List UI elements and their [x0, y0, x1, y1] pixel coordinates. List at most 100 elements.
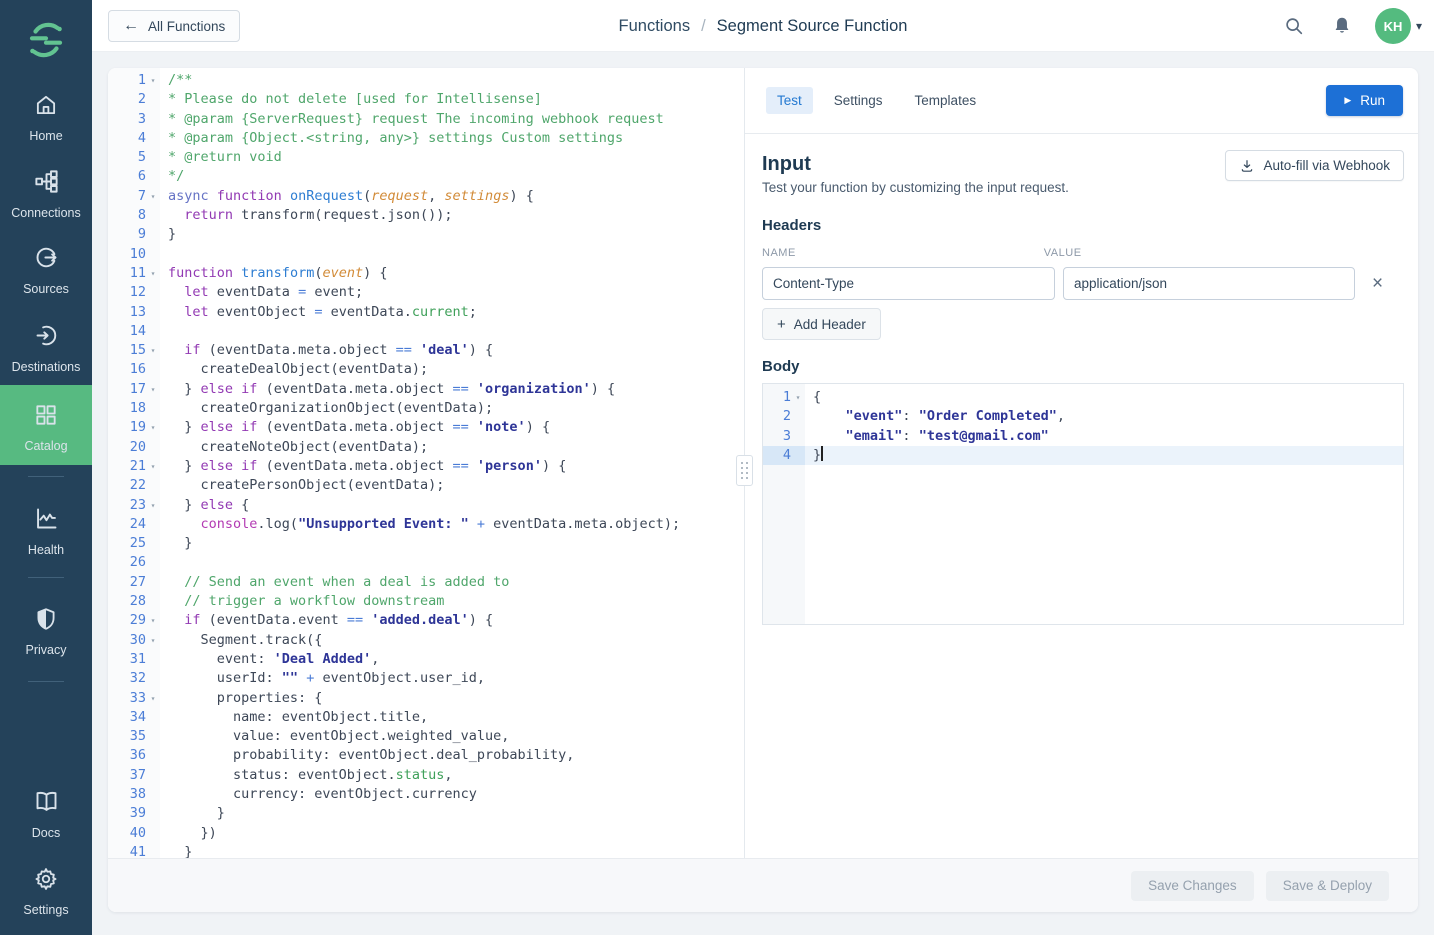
tab-templates[interactable]: Templates	[904, 87, 988, 114]
tab-settings[interactable]: Settings	[823, 87, 894, 114]
headers-section-title: Headers	[762, 217, 1404, 234]
sidebar-item-catalog[interactable]: Catalog	[0, 385, 92, 465]
fold-spacer	[146, 553, 160, 572]
add-header-button[interactable]: + Add Header	[762, 308, 881, 340]
code-line: 3 "email": "test@gmail.com"	[763, 427, 1403, 446]
save-deploy-button[interactable]: Save & Deploy	[1266, 871, 1389, 901]
code-line: 28 // trigger a workflow downstream	[108, 592, 744, 611]
plus-icon: +	[777, 317, 786, 332]
splitter-handle[interactable]	[736, 455, 753, 486]
fold-spacer	[791, 407, 805, 426]
code-line: 8 return transform(request.json());	[108, 206, 744, 225]
code-line: 37 status: eventObject.status,	[108, 766, 744, 785]
sidebar-item-label: Sources	[0, 282, 92, 296]
sidebar-item-privacy[interactable]: Privacy	[0, 606, 92, 657]
header-name-input[interactable]	[762, 267, 1055, 300]
fold-spacer	[146, 708, 160, 727]
fold-spacer	[146, 476, 160, 495]
catalog-icon	[33, 402, 59, 428]
autofill-webhook-button[interactable]: Auto-fill via Webhook	[1225, 150, 1404, 181]
play-icon: ▶	[1344, 96, 1351, 105]
fold-spacer	[146, 573, 160, 592]
fold-arrow-icon[interactable]: ▾	[791, 388, 805, 407]
fold-spacer	[146, 727, 160, 746]
code-line: 11▾function transform(event) {	[108, 264, 744, 283]
body-editor-lines: 1▾{2 "event": "Order Completed",3 "email…	[763, 388, 1403, 465]
fold-spacer	[146, 129, 160, 148]
sidebar-item-docs[interactable]: Docs	[0, 788, 92, 840]
sidebar-divider	[28, 476, 64, 477]
fold-arrow-icon[interactable]: ▾	[146, 71, 160, 90]
grip-dots-icon	[741, 462, 749, 480]
fold-arrow-icon[interactable]: ▾	[146, 264, 160, 283]
sidebar-item-connections[interactable]: Connections	[0, 168, 92, 220]
code-line: 12 let eventData = event;	[108, 283, 744, 302]
search-icon	[1283, 15, 1305, 37]
download-icon	[1239, 158, 1255, 174]
run-button-label: Run	[1360, 93, 1385, 108]
body-editor[interactable]: 1▾{2 "event": "Order Completed",3 "email…	[762, 383, 1404, 625]
back-button-label: All Functions	[148, 19, 225, 34]
sidebar-item-label: Catalog	[0, 439, 92, 453]
save-changes-button[interactable]: Save Changes	[1131, 871, 1254, 901]
all-functions-button[interactable]: ← All Functions	[108, 10, 240, 42]
code-line: 1▾/**	[108, 71, 744, 90]
sidebar-item-label: Home	[0, 129, 92, 143]
segment-logo-icon[interactable]	[24, 18, 68, 62]
home-icon	[33, 92, 59, 118]
fold-arrow-icon[interactable]: ▾	[146, 341, 160, 360]
header-row: ×	[762, 267, 1404, 300]
run-button[interactable]: ▶ Run	[1326, 85, 1403, 116]
fold-spacer	[146, 650, 160, 669]
code-line: 26	[108, 553, 744, 572]
fold-arrow-icon[interactable]: ▾	[146, 380, 160, 399]
chevron-down-icon[interactable]: ▾	[1416, 19, 1422, 33]
code-line: 2* Please do not delete [used for Intell…	[108, 90, 744, 109]
fold-arrow-icon[interactable]: ▾	[146, 631, 160, 650]
sidebar-divider	[28, 577, 64, 578]
fold-arrow-icon[interactable]: ▾	[146, 418, 160, 437]
fold-spacer	[146, 245, 160, 264]
code-line: 25 }	[108, 534, 744, 553]
sidebar-item-home[interactable]: Home	[0, 92, 92, 143]
breadcrumb-current: Segment Source Function	[717, 17, 908, 36]
fold-spacer	[146, 534, 160, 553]
text-cursor	[821, 446, 823, 461]
remove-header-button[interactable]: ×	[1372, 274, 1383, 293]
connections-icon	[33, 168, 60, 195]
sidebar-item-sources[interactable]: Sources	[0, 244, 92, 296]
sidebar-item-label: Privacy	[0, 643, 92, 657]
breadcrumb-parent[interactable]: Functions	[619, 17, 691, 36]
code-line: 5* @return void	[108, 148, 744, 167]
back-arrow-icon: ←	[123, 18, 139, 34]
breadcrumb: Functions / Segment Source Function	[619, 0, 908, 52]
sidebar-item-label: Docs	[0, 826, 92, 840]
search-button[interactable]	[1277, 9, 1311, 43]
fold-arrow-icon[interactable]: ▾	[146, 496, 160, 515]
fold-arrow-icon[interactable]: ▾	[146, 689, 160, 708]
sidebar-item-destinations[interactable]: Destinations	[0, 322, 92, 374]
shield-icon	[33, 606, 59, 632]
fold-spacer	[146, 669, 160, 688]
fold-arrow-icon[interactable]: ▾	[146, 611, 160, 630]
gear-icon	[33, 866, 59, 892]
notifications-button[interactable]	[1325, 9, 1359, 43]
header-value-input[interactable]	[1063, 267, 1355, 300]
panel-tabs: Test Settings Templates ▶ Run	[745, 68, 1418, 134]
fold-arrow-icon[interactable]: ▾	[146, 457, 160, 476]
input-section-title: Input	[762, 150, 1069, 178]
destinations-icon	[33, 322, 60, 349]
fold-spacer	[146, 785, 160, 804]
fold-arrow-icon[interactable]: ▾	[146, 187, 160, 206]
sidebar-item-settings[interactable]: Settings	[0, 866, 92, 917]
book-icon	[33, 788, 60, 815]
tab-test[interactable]: Test	[766, 87, 813, 114]
code-editor[interactable]: 1▾/**2* Please do not delete [used for I…	[108, 68, 744, 912]
fold-spacer	[146, 110, 160, 129]
fold-spacer	[146, 438, 160, 457]
code-line: 35 value: eventObject.weighted_value,	[108, 727, 744, 746]
fold-spacer	[146, 283, 160, 302]
code-line: 23▾ } else {	[108, 496, 744, 515]
sidebar-item-health[interactable]: Health	[0, 505, 92, 557]
avatar[interactable]: KH	[1375, 8, 1411, 44]
